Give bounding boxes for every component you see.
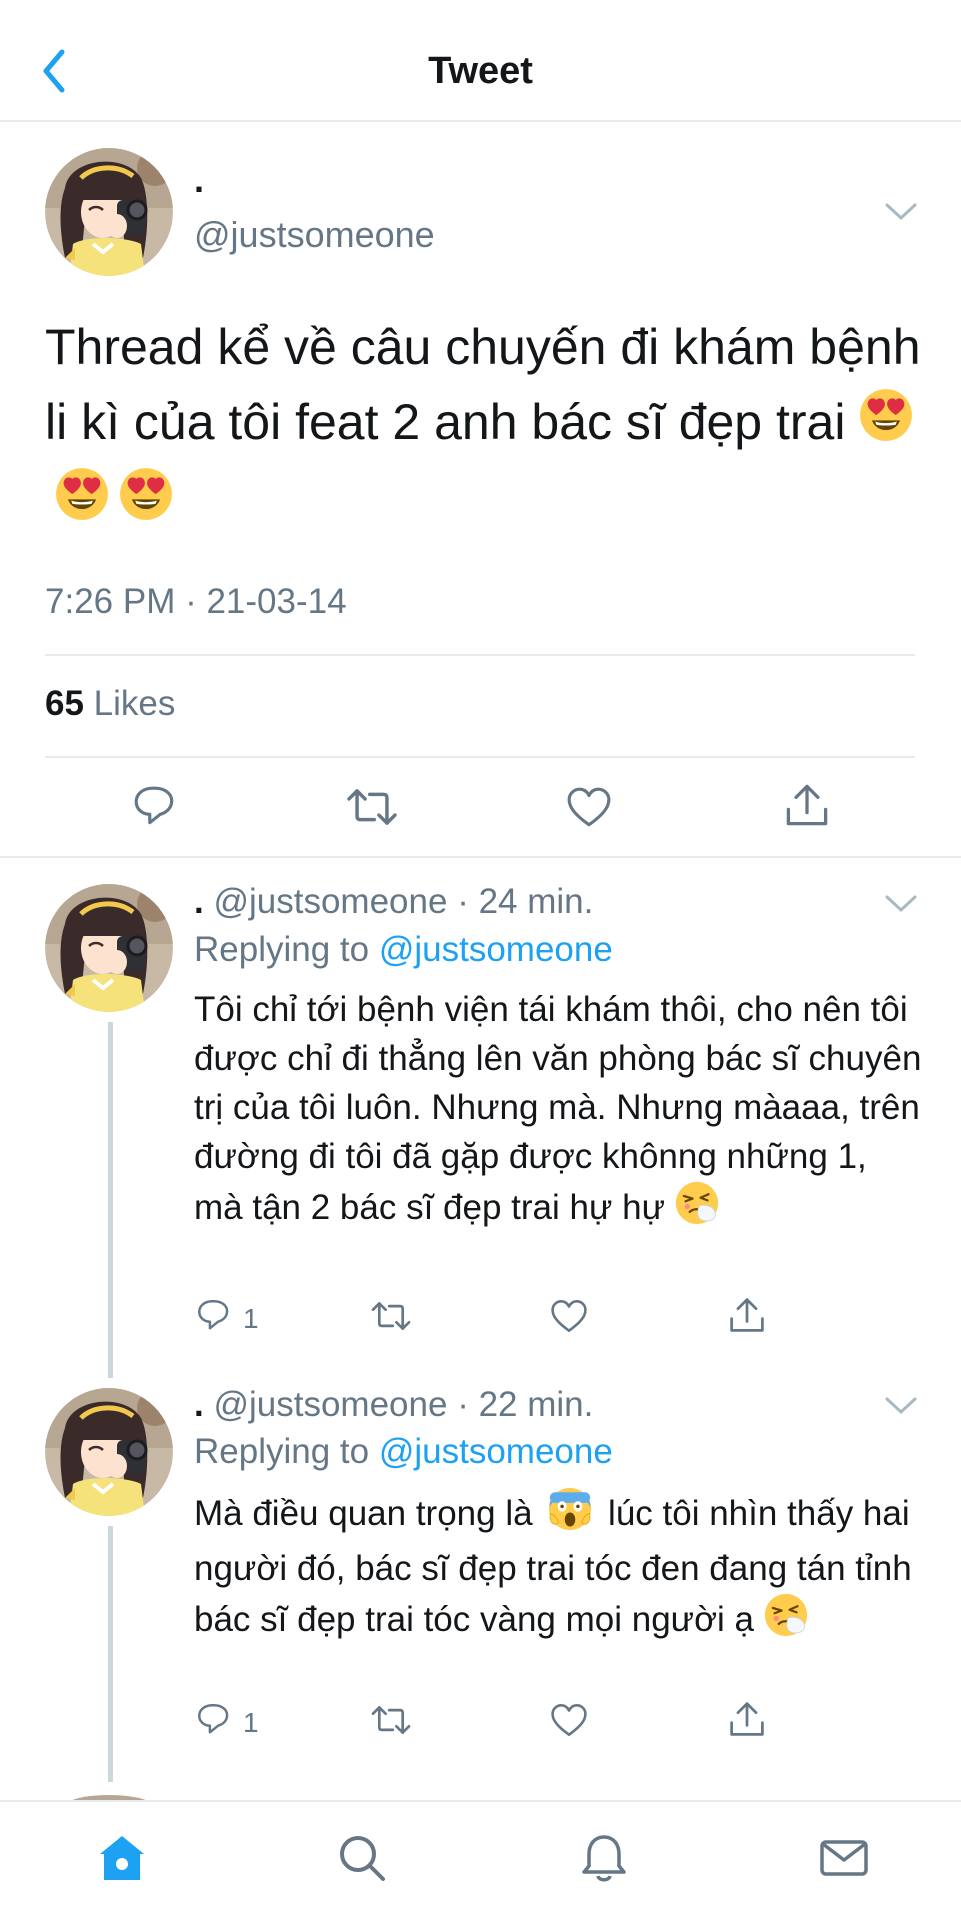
retweet-icon[interactable]: [370, 1298, 412, 1339]
heart-eyes-emoji: [859, 388, 913, 463]
page-title: Tweet: [428, 50, 533, 92]
author-handle[interactable]: @justsomeone: [194, 214, 435, 256]
avatar[interactable]: [45, 148, 173, 276]
replying-to: Replying to @justsomeone: [194, 930, 613, 970]
caret-down-icon[interactable]: [884, 894, 918, 914]
separator-dot: ·: [457, 1385, 469, 1424]
reply-header: . @justsomeone · 24 min.: [194, 882, 593, 922]
thread-line: [108, 1526, 113, 1782]
author-handle[interactable]: @justsomeone: [213, 1385, 447, 1424]
divider: [45, 756, 915, 758]
retweet-icon[interactable]: [370, 1702, 412, 1743]
reply-body: Tôi chỉ tới bệnh viện tái khám thôi, cho…: [194, 990, 922, 1227]
retweet-icon[interactable]: [346, 784, 398, 835]
screaming-face-emoji: [548, 1487, 592, 1544]
reply-body-start: Mà điều quan trọng là: [194, 1493, 533, 1533]
likes-label: Likes: [93, 684, 176, 723]
reply-icon[interactable]: [196, 1702, 232, 1743]
bottom-tab-bar: [0, 1800, 961, 1920]
home-icon[interactable]: [96, 1832, 148, 1889]
replying-label: Replying to: [194, 930, 370, 969]
replying-to-link[interactable]: @justsomeone: [379, 1432, 613, 1471]
divider: [45, 654, 915, 656]
reply-time: 24 min.: [478, 882, 594, 921]
reply-icon[interactable]: [196, 1298, 232, 1339]
like-icon[interactable]: [550, 1702, 588, 1743]
like-icon[interactable]: [550, 1298, 588, 1339]
caret-down-icon[interactable]: [884, 1396, 918, 1416]
reply-time: 22 min.: [478, 1385, 594, 1424]
caret-down-icon[interactable]: [884, 202, 918, 222]
sneezing-face-emoji: [763, 1592, 808, 1650]
likes-count: 65: [45, 684, 84, 723]
avatar[interactable]: [45, 1388, 173, 1516]
share-icon[interactable]: [728, 1296, 766, 1339]
reply-count: 1: [243, 1707, 259, 1738]
separator-dot: ·: [457, 882, 469, 921]
reply-header: . @justsomeone · 22 min.: [194, 1385, 593, 1425]
author-handle[interactable]: @justsomeone: [213, 882, 447, 921]
top-nav-bar: Tweet: [0, 0, 961, 122]
reply-icon[interactable]: [132, 784, 178, 835]
author-name[interactable]: .: [194, 1385, 204, 1424]
tweet-body: Thread kể về câu chuyến đi khám bệnh li …: [45, 319, 921, 450]
reply-count: 1: [243, 1303, 259, 1334]
tweet-timestamp: 7:26 PM · 21-03-14: [45, 582, 347, 621]
reply-text: Tôi chỉ tới bệnh viện tái khám thôi, cho…: [194, 985, 924, 1238]
tweet-text: Thread kể về câu chuyến đi khám bệnh li …: [45, 310, 925, 542]
thread-line: [108, 1022, 113, 1378]
author-name[interactable]: .: [194, 882, 204, 921]
replying-label: Replying to: [194, 1432, 370, 1471]
likes-stat[interactable]: 65 Likes: [45, 684, 175, 724]
reply-text: Mà điều quan trọng là lúc tôi nhìn thấy …: [194, 1487, 924, 1650]
notifications-icon[interactable]: [578, 1832, 630, 1889]
author-name[interactable]: .: [194, 160, 204, 200]
share-icon[interactable]: [728, 1700, 766, 1743]
share-icon[interactable]: [784, 782, 830, 833]
messages-icon[interactable]: [818, 1832, 870, 1889]
replying-to-link[interactable]: @justsomeone: [379, 930, 613, 969]
search-icon[interactable]: [336, 1832, 388, 1889]
like-icon[interactable]: [566, 784, 612, 835]
section-divider: [0, 856, 961, 858]
replying-to: Replying to @justsomeone: [194, 1432, 613, 1472]
avatar[interactable]: [45, 884, 173, 1012]
sneezing-face-emoji: [674, 1180, 719, 1238]
heart-eyes-emoji: [55, 467, 109, 542]
heart-eyes-emoji: [119, 467, 173, 542]
